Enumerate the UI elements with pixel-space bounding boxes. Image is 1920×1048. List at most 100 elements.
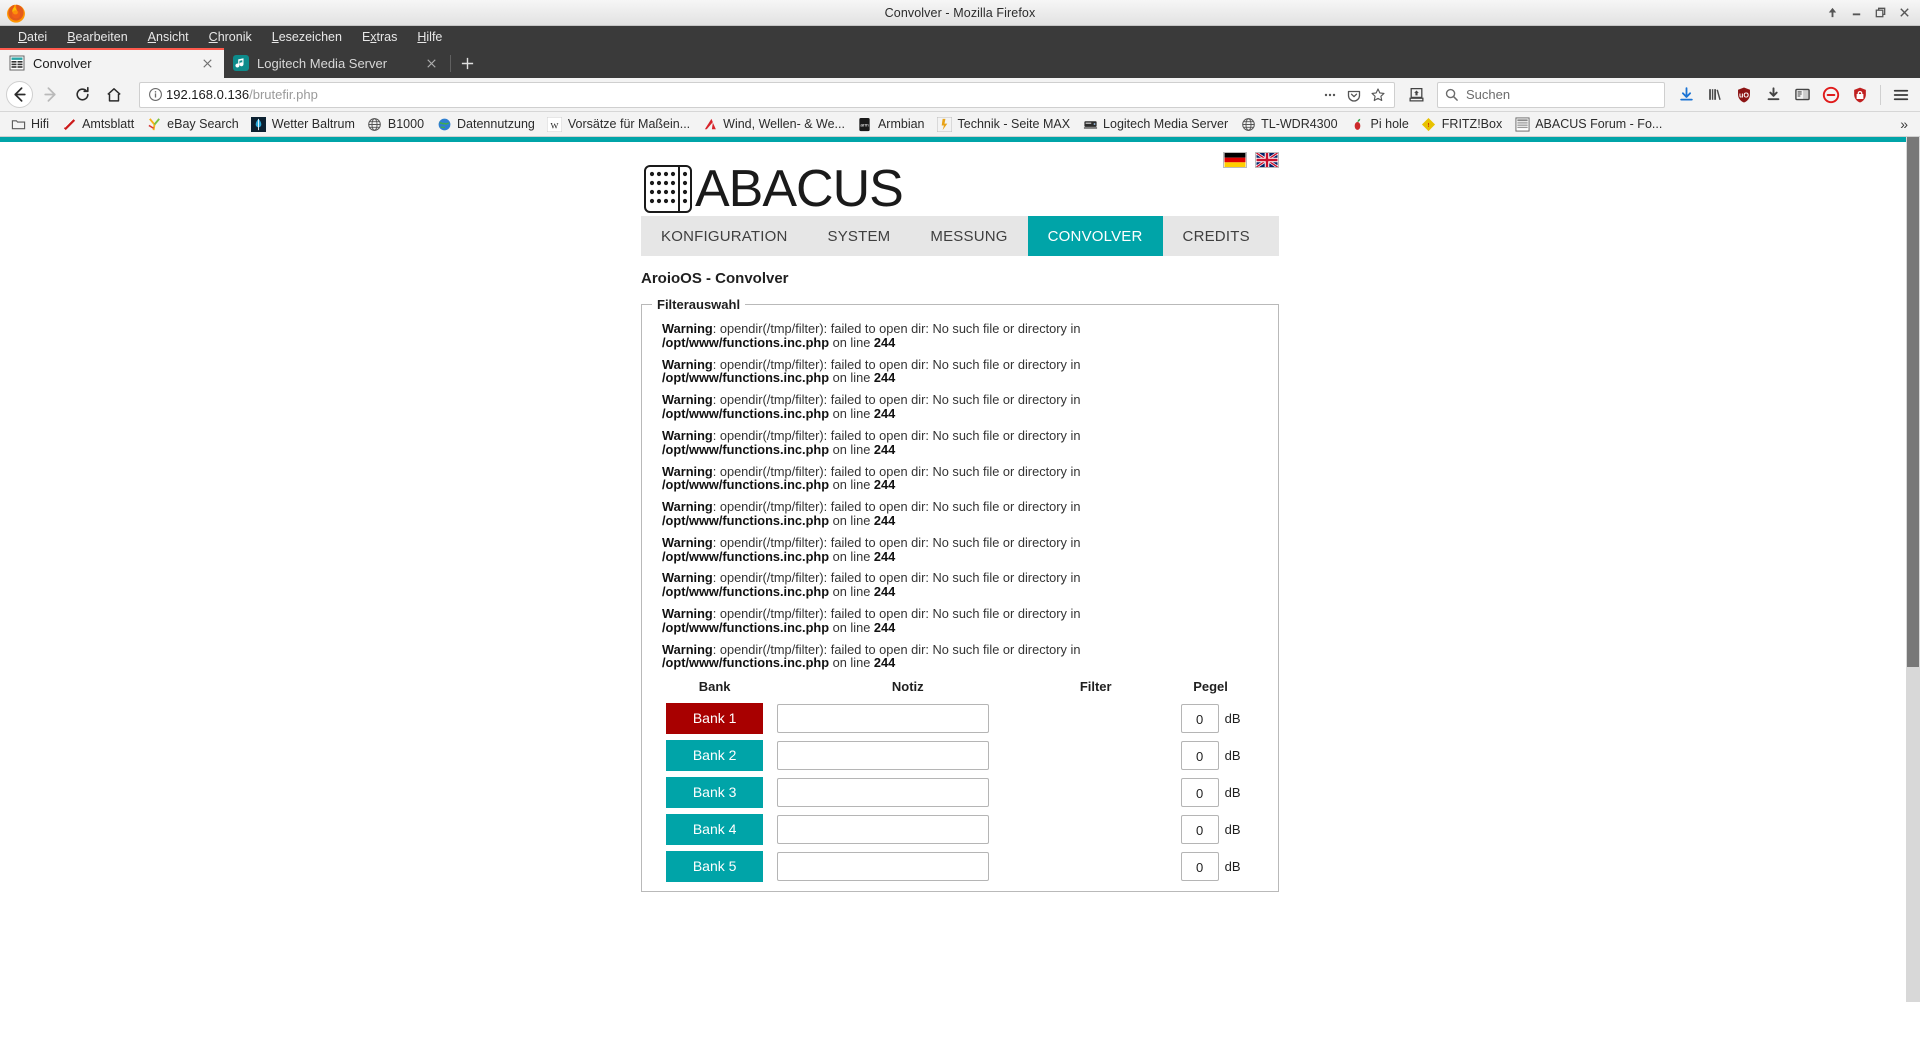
home-button[interactable]: [99, 81, 129, 109]
pocket-icon[interactable]: [1342, 83, 1366, 107]
pegel-input-2[interactable]: 0: [1180, 741, 1219, 771]
new-tab-button[interactable]: [453, 49, 481, 77]
bank-button-2[interactable]: Bank 2: [666, 740, 764, 772]
close-icon[interactable]: [200, 56, 215, 71]
shade-button[interactable]: [1826, 6, 1839, 19]
site-nav-system[interactable]: SYSTEM: [808, 216, 911, 256]
reader-sidebar-icon[interactable]: [1789, 82, 1815, 108]
hamburger-menu-icon[interactable]: [1888, 82, 1914, 108]
bank-button-4[interactable]: Bank 4: [666, 814, 764, 846]
noscript-icon[interactable]: [1847, 82, 1873, 108]
notiz-input-1[interactable]: [777, 704, 990, 734]
uk-flag-icon[interactable]: [1255, 152, 1279, 168]
bookmark-amtsblatt[interactable]: Amtsblatt: [55, 114, 140, 134]
info-icon[interactable]: [144, 87, 166, 102]
bookmarks-overflow-button[interactable]: »: [1892, 116, 1916, 132]
maximize-button[interactable]: [1874, 6, 1887, 19]
menu-lesezeichen[interactable]: Lesezeichen: [262, 28, 352, 46]
bookmark-vorsaetze[interactable]: W Vorsätze für Maßein...: [541, 114, 696, 134]
bookmark-pi-hole[interactable]: Pi hole: [1344, 114, 1415, 134]
bookmark-tl-wdr4300[interactable]: TL-WDR4300: [1234, 114, 1343, 134]
bookmark-b1000[interactable]: B1000: [361, 114, 430, 134]
warning-line: 244: [873, 370, 896, 386]
globe-icon: [1240, 116, 1256, 132]
save-to-pocket-button[interactable]: [1401, 81, 1431, 109]
bookmark-fritzbox[interactable]: ! FRITZ!Box: [1415, 114, 1508, 134]
warning-message: Warning: opendir(/tmp/filter): failed to…: [662, 464, 1222, 493]
bookmark-armbian[interactable]: arm Armbian: [851, 114, 931, 134]
warning-message: Warning: opendir(/tmp/filter): failed to…: [662, 357, 1222, 386]
back-button[interactable]: [6, 81, 33, 108]
german-flag-icon[interactable]: [1223, 152, 1247, 168]
bookmark-label: ABACUS Forum - Fo...: [1535, 117, 1663, 131]
downloads-icon[interactable]: [1673, 82, 1699, 108]
page-scrollbar[interactable]: [1906, 137, 1920, 1002]
menu-hilfe[interactable]: Hilfe: [407, 28, 452, 46]
menu-ansicht[interactable]: Ansicht: [138, 28, 199, 46]
site-nav-credits[interactable]: CREDITS: [1163, 216, 1270, 256]
pegel-input-3[interactable]: 0: [1180, 778, 1219, 808]
menu-bearbeiten[interactable]: Bearbeiten: [57, 28, 137, 46]
tab-logitech-media-server[interactable]: Logitech Media Server: [224, 48, 448, 78]
search-input[interactable]: Suchen: [1466, 87, 1510, 102]
warning-text: : opendir(/tmp/filter): failed to open d…: [712, 392, 1081, 408]
reload-button[interactable]: [67, 81, 97, 109]
warning-label: Warning: [662, 606, 713, 621]
scrollbar-thumb[interactable]: [1907, 137, 1919, 667]
site-nav-konfiguration[interactable]: KONFIGURATION: [641, 216, 808, 256]
download-manager-icon[interactable]: [1760, 82, 1786, 108]
warning-text2: on line: [829, 655, 874, 671]
pegel-input-1[interactable]: 0: [1180, 704, 1219, 734]
close-button[interactable]: [1898, 6, 1911, 19]
page-title: AroioOS - Convolver: [641, 270, 789, 287]
bookmark-wind-wellen[interactable]: Wind, Wellen- & We...: [696, 114, 851, 134]
tab-convolver[interactable]: Convolver: [0, 48, 224, 78]
url-text[interactable]: 192.168.0.136/brutefir.php: [166, 87, 1318, 102]
save-icon: [1408, 88, 1424, 102]
site-nav-messung[interactable]: MESSUNG: [910, 216, 1027, 256]
url-host: 192.168.0.136: [166, 87, 250, 102]
forward-button[interactable]: [35, 81, 65, 109]
bank-button-5[interactable]: Bank 5: [666, 851, 764, 883]
bookmark-ebay-search[interactable]: eBay Search: [140, 114, 245, 134]
ellipsis-icon[interactable]: [1318, 83, 1342, 107]
menu-chronik[interactable]: Chronik: [199, 28, 262, 46]
menu-extras[interactable]: Extras: [352, 28, 407, 46]
warning-text: : opendir(/tmp/filter): failed to open d…: [712, 427, 1081, 443]
tab-strip: Convolver Logitech Media Server: [0, 48, 1920, 78]
adblock-icon[interactable]: [1818, 82, 1844, 108]
pegel-input-5[interactable]: 0: [1180, 852, 1219, 882]
ublock-origin-icon[interactable]: uO: [1731, 82, 1757, 108]
site-nav-convolver[interactable]: CONVOLVER: [1027, 216, 1163, 256]
warning-path: /opt/www/functions.inc.php: [662, 477, 830, 493]
search-bar[interactable]: Suchen: [1437, 81, 1665, 108]
library-icon[interactable]: [1702, 82, 1728, 108]
bookmark-hifi[interactable]: Hifi: [4, 114, 55, 134]
table-row: Bank 2 0 dB: [652, 737, 1268, 774]
bookmark-abacus-forum[interactable]: ABACUS Forum - Fo...: [1508, 114, 1668, 134]
pegel-input-4[interactable]: 0: [1180, 815, 1219, 845]
warning-text: : opendir(/tmp/filter): failed to open d…: [712, 641, 1081, 657]
warning-line: 244: [873, 334, 896, 350]
bookmark-logitech-media-server[interactable]: Logitech Media Server: [1076, 114, 1234, 134]
warning-path: /opt/www/functions.inc.php: [662, 370, 830, 386]
notiz-input-2[interactable]: [777, 741, 990, 771]
bookmark-label: Vorsätze für Maßein...: [567, 117, 691, 131]
svg-text:!: !: [1428, 122, 1430, 128]
bank-button-1[interactable]: Bank 1: [666, 703, 764, 735]
minimize-button[interactable]: [1850, 6, 1863, 19]
url-bar[interactable]: 192.168.0.136/brutefir.php: [139, 81, 1395, 108]
star-icon[interactable]: [1366, 83, 1390, 107]
close-icon[interactable]: [424, 56, 439, 71]
menu-datei[interactable]: Datei: [8, 28, 57, 46]
bookmark-wetter-baltrum[interactable]: Wetter Baltrum: [245, 114, 361, 134]
bookmark-technik-seite-max[interactable]: Technik - Seite MAX: [931, 114, 1077, 134]
warning-text: : opendir(/tmp/filter): failed to open d…: [712, 606, 1081, 621]
bank-button-3[interactable]: Bank 3: [666, 777, 764, 809]
bookmark-datennutzung[interactable]: Datennutzung: [430, 114, 541, 134]
notiz-input-5[interactable]: [777, 852, 990, 882]
warning-line: 244: [873, 477, 896, 493]
notiz-input-3[interactable]: [777, 778, 990, 808]
notiz-input-4[interactable]: [777, 815, 990, 845]
bookmark-label: Pi hole: [1370, 117, 1409, 131]
